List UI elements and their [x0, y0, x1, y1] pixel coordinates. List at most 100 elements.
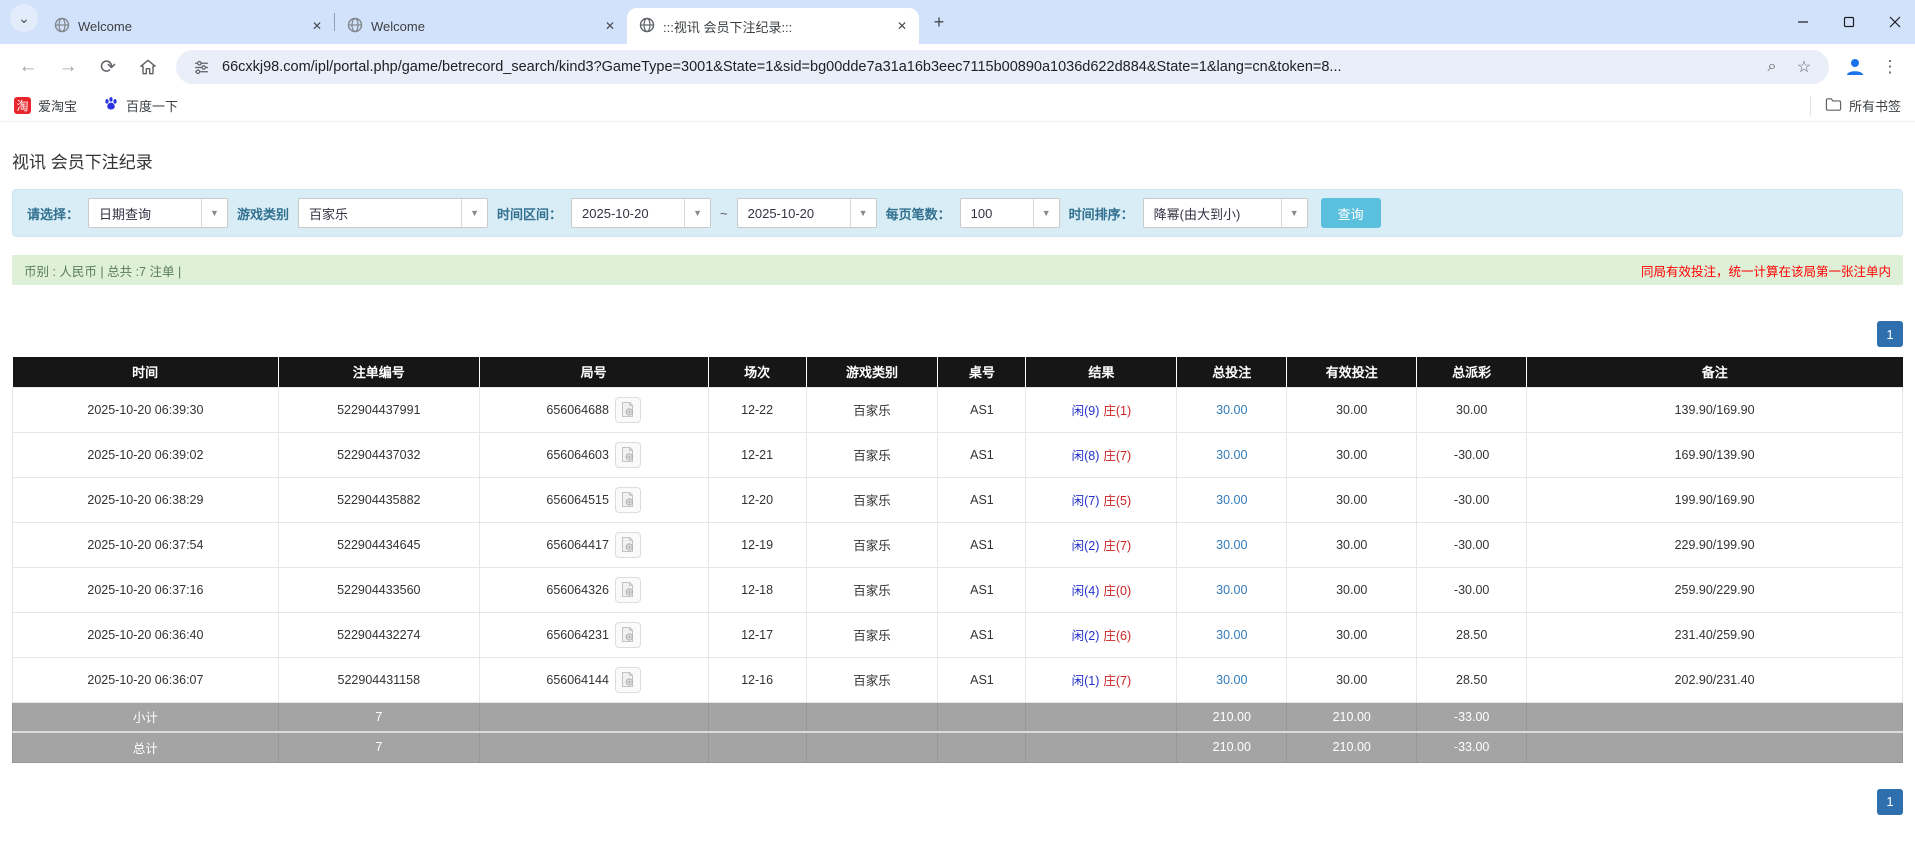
video-replay-icon[interactable] — [615, 667, 641, 693]
refresh-icon[interactable]: ⟳ — [90, 49, 126, 85]
chevron-down-icon[interactable]: ▼ — [461, 199, 487, 227]
summary-bar: 币别 : 人民币 | 总共 :7 注单 | 同局有效投注，统一计算在该局第一张注… — [12, 255, 1903, 285]
tab-close-icon[interactable]: ✕ — [601, 17, 619, 35]
total-bet-link[interactable]: 30.00 — [1216, 583, 1247, 597]
column-header: 时间 — [13, 357, 279, 387]
subtotal-valid-bet: 210.00 — [1287, 702, 1417, 732]
maximize-button[interactable] — [1839, 12, 1859, 32]
cell-total-bet[interactable]: 30.00 — [1177, 567, 1287, 612]
zoom-icon[interactable]: ⌕ — [1761, 56, 1783, 78]
address-bar[interactable]: 66cxkj98.com/ipl/portal.php/game/betreco… — [176, 50, 1829, 84]
cell-total-bet[interactable]: 30.00 — [1177, 657, 1287, 702]
result-player: 闲(2) — [1072, 629, 1100, 643]
cell-time: 2025-10-20 06:36:07 — [13, 657, 279, 702]
video-replay-icon[interactable] — [615, 487, 641, 513]
round-number: 656064515 — [546, 493, 609, 507]
sort-select[interactable]: 降幂(由大到小) ▼ — [1143, 198, 1308, 228]
forward-icon[interactable]: → — [50, 49, 86, 85]
page-size-label: 每页笔数： — [886, 204, 951, 223]
back-icon[interactable]: ← — [10, 49, 46, 85]
total-bet-link[interactable]: 30.00 — [1216, 448, 1247, 462]
column-header: 总投注 — [1177, 357, 1287, 387]
cell-valid-bet: 30.00 — [1287, 387, 1417, 432]
cell-total-bet[interactable]: 30.00 — [1177, 387, 1287, 432]
tab-search-chevron-icon[interactable]: ⌄ — [10, 4, 38, 32]
cell-note: 139.90/169.90 — [1527, 387, 1903, 432]
close-window-button[interactable] — [1885, 12, 1905, 32]
tab-welcome-2[interactable]: Welcome ✕ — [335, 8, 627, 44]
cell-time: 2025-10-20 06:37:54 — [13, 522, 279, 567]
empty-cell — [1026, 732, 1177, 762]
total-bet-link[interactable]: 30.00 — [1216, 493, 1247, 507]
tab-title: Welcome — [78, 19, 300, 34]
total-bet-link[interactable]: 30.00 — [1216, 403, 1247, 417]
column-header: 场次 — [708, 357, 806, 387]
total-bet-link[interactable]: 30.00 — [1216, 538, 1247, 552]
total-payout: -33.00 — [1417, 732, 1527, 762]
subtotal-total-bet: 210.00 — [1177, 702, 1287, 732]
video-replay-icon[interactable] — [615, 532, 641, 558]
empty-cell — [1527, 702, 1903, 732]
folder-icon — [1825, 97, 1842, 115]
chevron-down-icon[interactable]: ▼ — [1281, 199, 1307, 227]
game-type-select[interactable]: 百家乐 ▼ — [298, 198, 488, 228]
total-bet-link[interactable]: 30.00 — [1216, 673, 1247, 687]
video-replay-icon[interactable] — [615, 622, 641, 648]
cell-bet-id: 522904437032 — [278, 432, 479, 477]
cell-time: 2025-10-20 06:36:40 — [13, 612, 279, 657]
bookmark-taobao[interactable]: 淘 爱淘宝 — [14, 96, 77, 115]
page-size-select[interactable]: 100 ▼ — [960, 198, 1060, 228]
site-settings-tune-icon[interactable] — [190, 56, 212, 78]
round-number: 656064326 — [546, 583, 609, 597]
cell-total-bet[interactable]: 30.00 — [1177, 612, 1287, 657]
cell-payout: 28.50 — [1417, 657, 1527, 702]
chevron-down-icon[interactable]: ▼ — [684, 199, 710, 227]
tab-close-icon[interactable]: ✕ — [308, 17, 326, 35]
page-1-button[interactable]: 1 — [1877, 789, 1903, 815]
page-1-button[interactable]: 1 — [1877, 321, 1903, 347]
minimize-button[interactable] — [1793, 12, 1813, 32]
cell-total-bet[interactable]: 30.00 — [1177, 432, 1287, 477]
bookmark-star-icon[interactable]: ☆ — [1793, 56, 1815, 78]
result-player: 闲(9) — [1072, 404, 1100, 418]
date-to-select[interactable]: 2025-10-20 ▼ — [737, 198, 877, 228]
chevron-down-icon[interactable]: ▼ — [201, 199, 227, 227]
cell-total-bet[interactable]: 30.00 — [1177, 477, 1287, 522]
video-replay-icon[interactable] — [615, 442, 641, 468]
bet-record-table: 时间注单编号局号场次游戏类别桌号结果总投注有效投注总派彩备注 2025-10-2… — [12, 357, 1903, 763]
cell-note: 231.40/259.90 — [1527, 612, 1903, 657]
window-controls — [1793, 0, 1905, 44]
empty-cell — [708, 732, 806, 762]
tab-bet-record-active[interactable]: :::视讯 会员下注纪录::: ✕ — [627, 8, 919, 44]
table-row: 2025-10-20 06:37:16522904433560656064326… — [13, 567, 1903, 612]
search-button[interactable]: 查询 — [1321, 198, 1381, 228]
profile-avatar-icon[interactable] — [1839, 51, 1871, 83]
bookmark-baidu[interactable]: 百度一下 — [103, 96, 178, 115]
cell-total-bet[interactable]: 30.00 — [1177, 522, 1287, 567]
cell-payout: -30.00 — [1417, 522, 1527, 567]
all-bookmarks[interactable]: 所有书签 — [1810, 96, 1901, 116]
tab-close-icon[interactable]: ✕ — [893, 17, 911, 35]
result-banker: 庄(7) — [1103, 539, 1131, 553]
new-tab-button[interactable]: + — [925, 8, 953, 36]
chevron-down-icon[interactable]: ▼ — [850, 199, 876, 227]
cell-valid-bet: 30.00 — [1287, 432, 1417, 477]
cell-game-type: 百家乐 — [806, 612, 938, 657]
video-replay-icon[interactable] — [615, 397, 641, 423]
column-header: 桌号 — [938, 357, 1026, 387]
date-from-select[interactable]: 2025-10-20 ▼ — [571, 198, 711, 228]
total-bet-link[interactable]: 30.00 — [1216, 628, 1247, 642]
query-type-select[interactable]: 日期查询 ▼ — [88, 198, 228, 228]
browser-menu-icon[interactable]: ⋮ — [1875, 52, 1905, 82]
table-row: 2025-10-20 06:36:40522904432274656064231… — [13, 612, 1903, 657]
cell-table-no: AS1 — [938, 477, 1026, 522]
video-replay-icon[interactable] — [615, 577, 641, 603]
tab-welcome-1[interactable]: Welcome ✕ — [42, 8, 334, 44]
sort-value: 降幂(由大到小) — [1144, 199, 1281, 227]
chevron-down-icon[interactable]: ▼ — [1033, 199, 1059, 227]
round-number: 656064417 — [546, 538, 609, 552]
empty-cell — [938, 732, 1026, 762]
cell-bet-id: 522904435882 — [278, 477, 479, 522]
home-icon[interactable] — [130, 49, 166, 85]
url-text[interactable]: 66cxkj98.com/ipl/portal.php/game/betreco… — [222, 59, 1751, 75]
